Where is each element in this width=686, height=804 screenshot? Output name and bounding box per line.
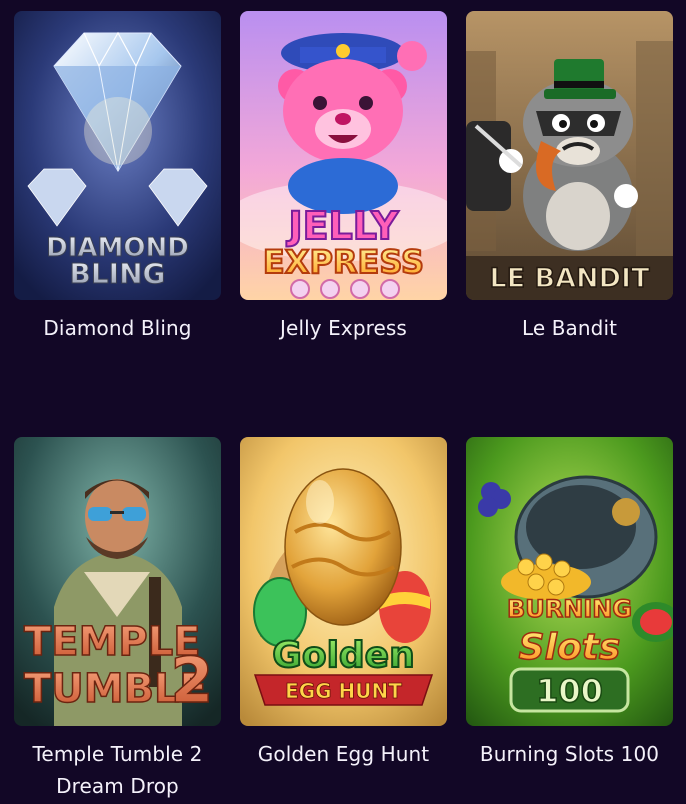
svg-text:Slots: Slots	[519, 627, 621, 668]
game-thumbnail[interactable]: DIAMOND BLING	[14, 11, 221, 300]
game-title[interactable]: Jelly Express	[240, 312, 447, 344]
bear-icon: JELLY EXPRESS	[240, 11, 447, 300]
game-thumbnail[interactable]: JELLY EXPRESS	[240, 11, 447, 300]
game-thumbnail[interactable]: BURNING Slots 100	[466, 437, 673, 726]
diamond-icon: DIAMOND BLING	[14, 11, 221, 300]
svg-text:100: 100	[536, 672, 603, 710]
game-card-golden-egg-hunt[interactable]: Golden EGG HUNT Golden Egg Hunt	[240, 437, 447, 770]
svg-text:2: 2	[170, 644, 213, 717]
game-card-temple-tumble-2[interactable]: TEMPLE TUMBLE 2 Temple Tumble 2 Dream Dr…	[14, 437, 221, 802]
game-title[interactable]: Golden Egg Hunt	[240, 738, 447, 770]
game-thumbnail[interactable]: LE BANDIT	[466, 11, 673, 300]
game-card-diamond-bling[interactable]: DIAMOND BLING Diamond Bling	[14, 11, 221, 344]
game-thumbnail[interactable]: TEMPLE TUMBLE 2	[14, 437, 221, 726]
game-grid: DIAMOND BLING Diamond Bling JELLY EXPRES…	[0, 0, 686, 804]
svg-text:BLING: BLING	[69, 257, 165, 290]
svg-text:EGG HUNT: EGG HUNT	[285, 679, 402, 703]
pot-of-gold-icon: BURNING Slots 100	[466, 437, 673, 726]
egg-icon: Golden EGG HUNT	[240, 437, 447, 726]
svg-text:LE BANDIT: LE BANDIT	[490, 263, 651, 294]
svg-text:BURNING: BURNING	[507, 595, 632, 623]
raccoon-icon: LE BANDIT	[466, 11, 673, 300]
svg-text:EXPRESS: EXPRESS	[263, 243, 424, 281]
explorer-icon: TEMPLE TUMBLE 2	[14, 437, 221, 726]
game-title[interactable]: Burning Slots 100	[466, 738, 673, 770]
game-card-le-bandit[interactable]: LE BANDIT Le Bandit	[466, 11, 673, 344]
game-title-line: Burning Slots 100	[479, 742, 660, 766]
svg-text:JELLY: JELLY	[285, 204, 399, 248]
game-title[interactable]: Temple Tumble 2 Dream Drop	[14, 738, 221, 802]
game-card-burning-slots-100[interactable]: BURNING Slots 100 Burning Slots 100	[466, 437, 673, 770]
game-card-jelly-express[interactable]: JELLY EXPRESS Jelly Express	[240, 11, 447, 344]
game-thumbnail[interactable]: Golden EGG HUNT	[240, 437, 447, 726]
game-title[interactable]: Le Bandit	[466, 312, 673, 344]
svg-text:Golden: Golden	[272, 635, 414, 676]
game-title[interactable]: Diamond Bling	[14, 312, 221, 344]
